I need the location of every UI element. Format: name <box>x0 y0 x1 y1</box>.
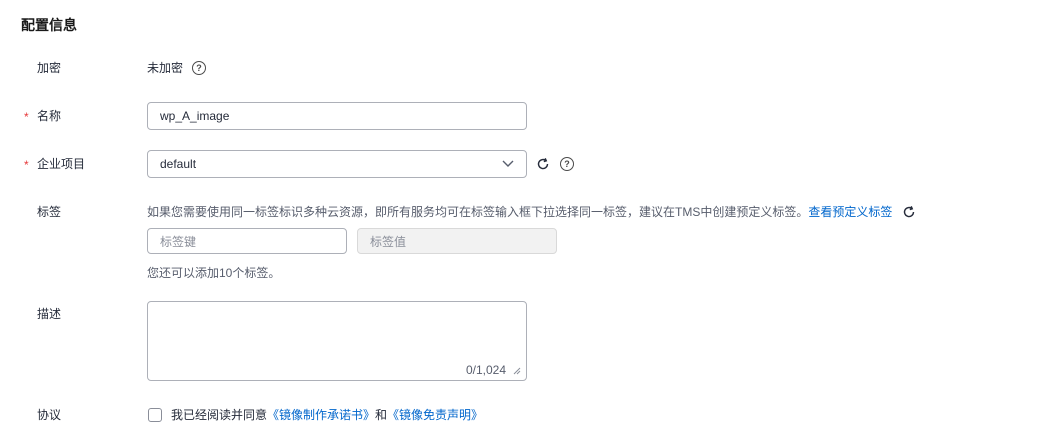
chevron-down-icon <box>502 160 514 167</box>
view-predefined-tags-link[interactable]: 查看预定义标签 <box>808 205 892 219</box>
required-mark: * <box>24 158 29 172</box>
section-title: 配置信息 <box>21 17 77 33</box>
tags-hint-text: 如果您需要使用同一标签标识多种云资源，即所有服务均可在标签输入框下拉选择同一标签… <box>147 205 809 219</box>
question-circle-icon[interactable]: ? <box>192 61 206 75</box>
image-disclaimer-link[interactable]: 《镜像免责声明》 <box>387 408 483 422</box>
name-input-value: wp_A_image <box>160 109 230 123</box>
resize-handle-icon[interactable] <box>513 367 521 375</box>
description-counter: 0/1,024 <box>465 363 506 377</box>
enterprise-project-select[interactable]: default <box>147 150 527 178</box>
tags-label: 标签 <box>37 205 62 219</box>
enterprise-project-selected: default <box>160 157 197 171</box>
tag-key-placeholder: 标签键 <box>160 234 197 249</box>
tag-value-input: 标签值 <box>357 228 557 254</box>
encryption-value: 未加密 <box>147 61 184 75</box>
tags-remaining-text: 您还可以添加10个标签。 <box>147 266 281 280</box>
question-circle-icon[interactable]: ? <box>560 157 574 171</box>
description-label: 描述 <box>37 307 62 321</box>
agreement-checkbox[interactable] <box>148 408 162 422</box>
refresh-icon[interactable] <box>536 157 550 171</box>
agreement-prefix: 我已经阅读并同意 <box>171 408 268 422</box>
name-input[interactable]: wp_A_image <box>147 102 527 130</box>
name-label-text: 名称 <box>37 109 62 123</box>
image-commitment-link[interactable]: 《镜像制作承诺书》 <box>267 408 375 422</box>
encryption-label: 加密 <box>37 61 62 75</box>
tags-hint: 如果您需要使用同一标签标识多种云资源，即所有服务均可在标签输入框下拉选择同一标签… <box>147 203 892 221</box>
tag-value-placeholder: 标签值 <box>370 234 407 249</box>
description-textarea[interactable]: 0/1,024 <box>147 301 527 381</box>
agreement-label: 协议 <box>37 408 62 422</box>
agreement-conjunction: 和 <box>375 408 388 422</box>
enterprise-project-label-text: 企业项目 <box>37 157 86 171</box>
refresh-icon[interactable] <box>902 205 916 219</box>
agreement-text: 我已经阅读并同意《镜像制作承诺书》和《镜像免责声明》 <box>171 406 483 424</box>
required-mark: * <box>24 110 29 124</box>
tag-key-input[interactable]: 标签键 <box>147 228 347 254</box>
name-label: * 名称 <box>24 107 62 125</box>
enterprise-project-label: * 企业项目 <box>24 155 86 173</box>
